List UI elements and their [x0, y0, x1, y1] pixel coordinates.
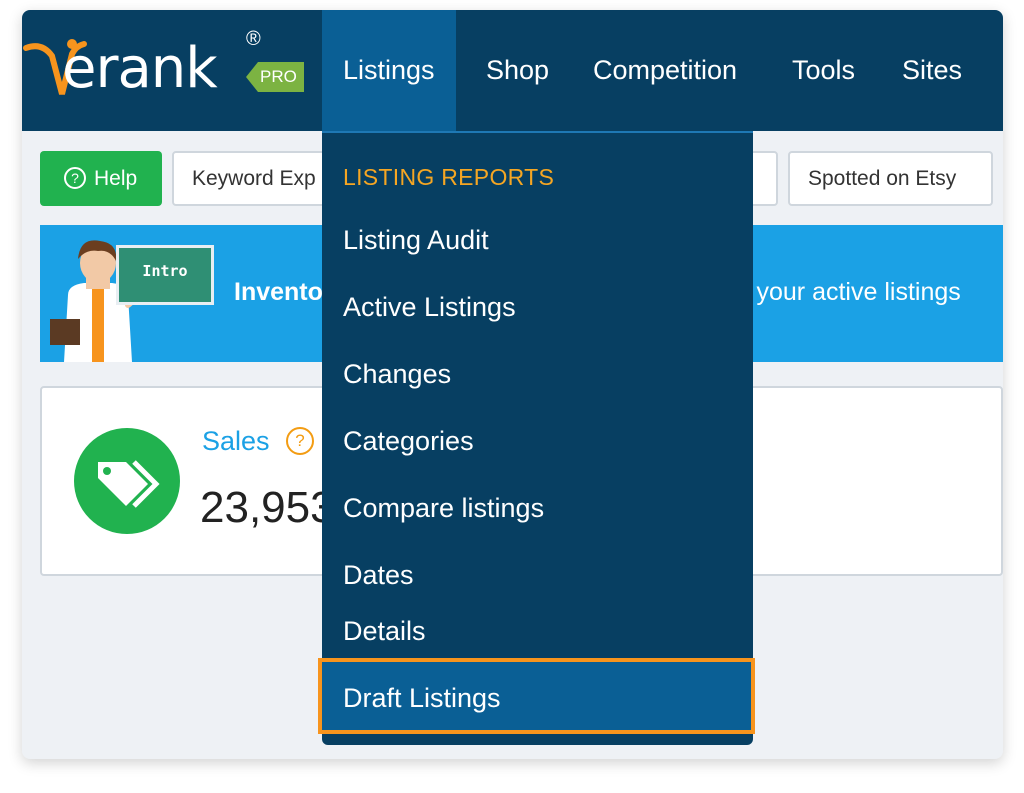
nav-competition[interactable]: Competition	[572, 10, 758, 131]
sales-value: 23,953	[200, 483, 335, 532]
menu-item-changes[interactable]: Changes	[343, 359, 451, 390]
nav-listings[interactable]: Listings	[322, 10, 456, 131]
help-button[interactable]: ? Help	[40, 151, 162, 206]
nav-sites[interactable]: Sites	[881, 10, 983, 131]
menu-item-categories[interactable]: Categories	[343, 426, 474, 457]
banner-title: Invento	[234, 278, 323, 306]
logo-registered-mark: ®	[246, 28, 261, 50]
listings-dropdown-menu: LISTING REPORTS Listing Audit Active Lis…	[318, 131, 755, 745]
logo-text: erank	[62, 36, 218, 101]
nav-shop[interactable]: Shop	[465, 10, 570, 131]
spotted-on-etsy-button[interactable]: Spotted on Etsy	[788, 151, 993, 206]
sales-help-icon[interactable]: ?	[286, 427, 314, 455]
help-circle-icon: ?	[64, 167, 86, 189]
price-tag-icon	[74, 428, 180, 534]
menu-item-compare-listings[interactable]: Compare listings	[343, 493, 544, 524]
nav-tools[interactable]: Tools	[771, 10, 876, 131]
top-navbar: erank ® PRO Listings Shop Competition To…	[22, 10, 1003, 131]
logo-pro-badge: PRO	[246, 62, 304, 92]
sales-label: Sales	[202, 426, 270, 456]
dropdown-top-border	[322, 131, 753, 133]
menu-item-active-listings[interactable]: Active Listings	[343, 292, 516, 323]
banner-text: l your active listings	[744, 278, 961, 306]
chalkboard-text: Intro	[142, 262, 188, 280]
menu-item-draft-listings[interactable]: Draft Listings	[343, 683, 501, 714]
erank-logo[interactable]: erank ® PRO	[22, 28, 312, 108]
menu-item-dates[interactable]: Dates	[343, 560, 414, 591]
listing-reports-heading: LISTING REPORTS	[343, 164, 555, 190]
intro-chalkboard: Intro	[116, 245, 214, 305]
keyword-explorer-button[interactable]: Keyword Exp	[172, 151, 332, 206]
help-label: Help	[94, 167, 138, 190]
menu-item-listing-audit[interactable]: Listing Audit	[343, 225, 489, 256]
app-window: erank ® PRO Listings Shop Competition To…	[22, 10, 1003, 759]
menu-item-details[interactable]: Details	[343, 616, 426, 647]
